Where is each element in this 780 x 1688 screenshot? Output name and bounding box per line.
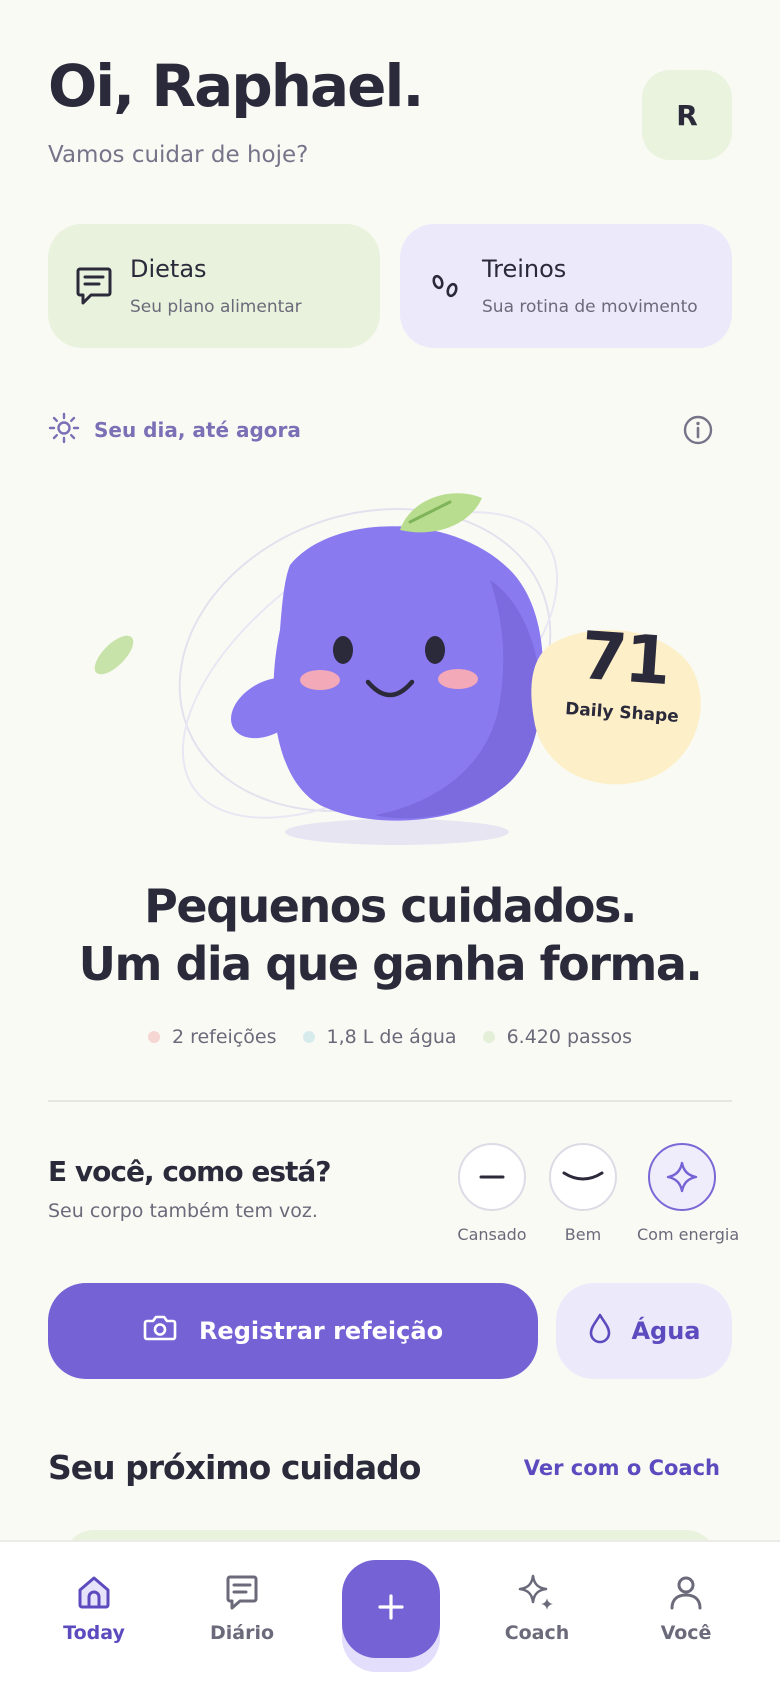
stat-water-text: 1,8 L de água — [326, 1026, 457, 1048]
tired-face-icon — [458, 1143, 526, 1211]
mood-option-label: Cansado — [457, 1225, 527, 1244]
stat-steps-text: 6.420 passos — [506, 1026, 633, 1048]
footsteps-icon — [420, 268, 472, 304]
diets-card[interactable]: Dietas Seu plano alimentar — [48, 224, 380, 348]
register-meal-button[interactable]: Registrar refeição — [48, 1283, 538, 1379]
stat-dot — [302, 1031, 315, 1043]
workouts-card-title: Treinos — [482, 255, 567, 283]
day-summary-row: Seu dia, até agora — [48, 410, 714, 450]
home-icon — [74, 1576, 114, 1616]
day-stats: 2 refeições 1,8 L de água 6.420 passos — [0, 1026, 780, 1048]
stat-meals-text: 2 refeições — [171, 1026, 277, 1048]
water-drop-icon — [587, 1312, 613, 1350]
divider — [48, 1100, 732, 1102]
water-button[interactable]: Água — [556, 1283, 732, 1379]
avatar[interactable]: R — [642, 70, 732, 160]
mood-subtitle: Seu corpo também tem voz. — [48, 1200, 318, 1222]
see-with-coach-link[interactable]: Ver com o Coach — [524, 1456, 720, 1480]
stat-dot — [147, 1031, 160, 1043]
smile-face-icon — [549, 1143, 617, 1211]
greeting-subtitle: Vamos cuidar de hoje? — [48, 142, 309, 168]
mood-title: E você, como está? — [48, 1155, 332, 1188]
stat-meals: 2 refeições — [147, 1026, 277, 1048]
headline-line-1: Pequenos cuidados. — [144, 879, 637, 933]
stat-water: 1,8 L de água — [302, 1026, 457, 1048]
diets-card-title: Dietas — [130, 255, 207, 283]
tab-coach[interactable]: Coach — [477, 1572, 597, 1644]
avatar-initial: R — [676, 98, 698, 132]
day-summary-label: Seu dia, até agora — [94, 418, 301, 442]
sparkles-icon — [517, 1574, 557, 1616]
register-meal-label: Registrar refeição — [198, 1317, 444, 1345]
mood-option-tired[interactable]: Cansado — [447, 1143, 537, 1244]
water-label: Água — [631, 1317, 701, 1345]
info-icon[interactable] — [682, 414, 714, 450]
sun-icon — [48, 412, 80, 448]
camera-icon — [143, 1313, 177, 1349]
tab-you[interactable]: Você — [626, 1572, 746, 1644]
greeting-title: Oi, Raphael. — [48, 52, 424, 120]
stat-steps: 6.420 passos — [482, 1026, 633, 1048]
daily-shape-score: 71 — [578, 617, 672, 700]
user-icon — [666, 1576, 706, 1616]
journal-icon — [222, 1575, 262, 1616]
workouts-card-subtitle: Sua rotina de movimento — [482, 297, 698, 317]
tab-label: Coach — [504, 1622, 570, 1644]
diets-card-subtitle: Seu plano alimentar — [130, 297, 302, 317]
notepad-icon — [68, 265, 120, 307]
mascot-illustration: 71 Daily Shape — [90, 470, 730, 870]
plus-icon — [375, 1591, 407, 1627]
mood-option-energetic[interactable]: Com energia — [637, 1143, 740, 1244]
tab-label: Você — [660, 1622, 712, 1644]
headline-line-2: Um dia que ganha forma. — [78, 937, 703, 991]
stat-dot — [482, 1031, 495, 1043]
add-button[interactable] — [342, 1560, 440, 1658]
tab-journal[interactable]: Diário — [182, 1572, 302, 1644]
next-care-title: Seu próximo cuidado — [48, 1448, 421, 1487]
mood-option-good[interactable]: Bem — [538, 1143, 628, 1244]
workouts-card[interactable]: Treinos Sua rotina de movimento — [400, 224, 732, 348]
mood-option-label: Bem — [564, 1225, 602, 1244]
mood-option-label: Com energia — [637, 1225, 740, 1244]
tab-label: Today — [63, 1622, 125, 1644]
sparkle-icon — [648, 1143, 716, 1211]
tab-label: Diário — [209, 1622, 275, 1644]
tab-today[interactable]: Today — [34, 1572, 154, 1644]
today-screen: Oi, Raphael. Vamos cuidar de hoje? R Die… — [0, 0, 780, 1688]
